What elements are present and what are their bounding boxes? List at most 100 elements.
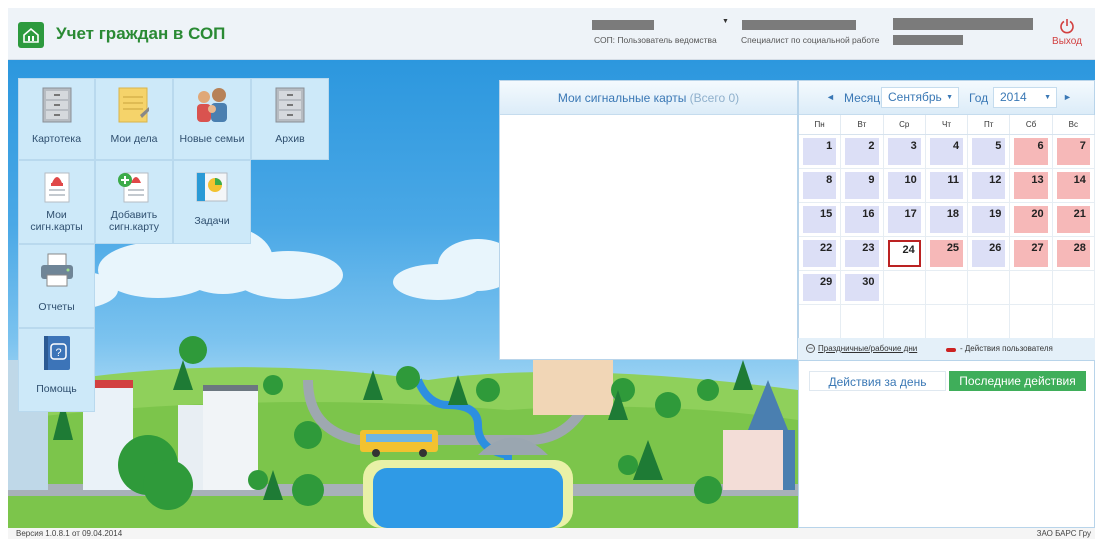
calendar-day[interactable]: 19 <box>972 206 1006 233</box>
minus-circle-icon[interactable]: − <box>806 344 815 353</box>
tile-label-line2: сигн.карту <box>108 221 160 233</box>
calendar-day[interactable]: 14 <box>1056 172 1090 199</box>
calendar-day[interactable]: 4 <box>929 138 964 165</box>
printer-icon <box>40 253 73 287</box>
calendar-cell: 25 <box>925 237 969 271</box>
calendar-cell: 30 <box>841 271 884 305</box>
tile-my-cases[interactable]: Мои дела <box>95 78 173 160</box>
calendar-cell <box>1052 271 1095 305</box>
calendar-day[interactable]: 17 <box>887 206 921 233</box>
calendar-day[interactable]: 6 <box>1014 138 1048 165</box>
calendar-cell: 15 <box>799 203 842 237</box>
month-select[interactable]: Сентябрь ▼ <box>881 87 959 108</box>
signal-cards-header: Мои сигнальные карты (Всего 0) <box>500 81 797 115</box>
weekday-label: Пт <box>968 115 1011 134</box>
actions-panel: Действия за день Последние действия <box>798 360 1095 528</box>
weekday-label: Сб <box>1010 115 1053 134</box>
calendar-cell: 26 <box>968 237 1011 271</box>
calendar-cell: 22 <box>799 237 842 271</box>
calendar-cell: 8 <box>799 169 842 203</box>
tile-tasks[interactable]: Задачи <box>173 160 251 244</box>
redacted-user-name <box>592 20 654 30</box>
next-month-icon[interactable]: ► <box>1063 92 1072 102</box>
tile-my-signal-cards[interactable]: Мои сигн.карты <box>18 160 95 244</box>
help-book-icon: ? <box>43 336 70 370</box>
calendar-day[interactable]: 24 <box>887 240 921 267</box>
calendar-day[interactable]: 12 <box>972 172 1006 199</box>
calendar-cell: 28 <box>1052 237 1095 271</box>
signal-cards-count: (Всего 0) <box>689 91 740 105</box>
calendar-day[interactable]: 11 <box>929 172 964 199</box>
tile-kartoteka[interactable]: Картотека <box>18 78 95 160</box>
calendar-day[interactable]: 8 <box>803 172 837 199</box>
weekday-label: Ср <box>884 115 926 134</box>
file-cabinet-icon <box>42 87 71 123</box>
calendar-day[interactable]: 28 <box>1056 240 1090 267</box>
calendar-day[interactable]: 23 <box>845 240 879 267</box>
tab-last-actions[interactable]: Последние действия <box>949 371 1086 391</box>
tile-label: Отчеты <box>38 301 75 313</box>
calendar-cell <box>925 305 969 339</box>
month-value: Сентябрь <box>888 90 942 104</box>
calendar-day[interactable]: 22 <box>803 240 837 267</box>
calendar-day[interactable]: 30 <box>845 274 879 301</box>
calendar-day[interactable]: 20 <box>1014 206 1048 233</box>
calendar-day[interactable]: 15 <box>803 206 837 233</box>
redacted-detail <box>893 35 963 45</box>
calendar-day[interactable]: 10 <box>887 172 921 199</box>
calendar-day[interactable]: 26 <box>972 240 1006 267</box>
calendar-grid: 1 2 3 4 5 6 7 8 9 10 11 12 13 14 15 16 17 18 19 20 21 22 23 24 2… <box>799 135 1095 339</box>
calendar-day[interactable]: 21 <box>1056 206 1090 233</box>
calendar-cell: 21 <box>1052 203 1095 237</box>
calendar-cell: 1 <box>799 135 842 169</box>
tile-reports[interactable]: Отчеты <box>18 244 95 328</box>
calendar-legend: − Праздничные/рабочие дни - Действия пол… <box>798 338 1095 360</box>
calendar-day[interactable]: 1 <box>803 138 837 165</box>
calendar-day[interactable]: 27 <box>1014 240 1048 267</box>
calendar-cell: 11 <box>925 169 969 203</box>
calendar-day[interactable]: 9 <box>845 172 879 199</box>
calendar-day[interactable]: 16 <box>845 206 879 233</box>
tile-archive[interactable]: Архив <box>251 78 329 160</box>
calendar-day[interactable]: 25 <box>929 240 964 267</box>
calendar-cell: 13 <box>1010 169 1053 203</box>
chevron-down-icon: ▼ <box>1044 94 1051 101</box>
calendar-cell: 12 <box>968 169 1011 203</box>
tile-new-families[interactable]: Новые семьи <box>173 78 251 160</box>
calendar-cell: 17 <box>883 203 926 237</box>
year-select[interactable]: 2014 ▼ <box>993 87 1057 108</box>
calendar-cell: 2 <box>841 135 884 169</box>
legend-actions-label: - Действия пользователя <box>960 344 1053 353</box>
tile-label-line1: Мои <box>46 209 67 221</box>
exit-button[interactable]: Выход <box>1049 18 1085 47</box>
weekday-label: Чт <box>926 115 969 134</box>
calendar-cell: 14 <box>1052 169 1095 203</box>
redacted-department <box>893 18 1033 30</box>
workspace: Картотека Мои дела Новые семьи Архив Мои… <box>8 60 1095 528</box>
user-dropdown-icon[interactable]: ▼ <box>722 18 729 25</box>
calendar-day[interactable]: 29 <box>803 274 837 301</box>
calendar-day[interactable]: 2 <box>845 138 879 165</box>
app-title: Учет граждан в СОП <box>56 24 226 43</box>
tile-label: Архив <box>275 133 305 145</box>
calendar-cell: 16 <box>841 203 884 237</box>
prev-month-icon[interactable]: ◄ <box>826 92 835 102</box>
tile-add-signal-card[interactable]: Добавить сигн.карту <box>95 160 173 244</box>
power-icon <box>1060 19 1074 34</box>
role-label: СОП: Пользователь ведомства <box>594 35 717 45</box>
archive-cabinet-icon <box>275 87 305 123</box>
signal-cards-title: Мои сигнальные карты <box>557 91 687 105</box>
calendar-day[interactable]: 13 <box>1014 172 1048 199</box>
calendar-day[interactable]: 7 <box>1056 138 1090 165</box>
alarm-card-icon <box>44 172 69 203</box>
calendar-day[interactable]: 18 <box>929 206 964 233</box>
calendar-cell <box>883 271 926 305</box>
tile-help[interactable]: ? Помощь <box>18 328 95 412</box>
legend-holidays-link[interactable]: Праздничные/рабочие дни <box>818 344 917 353</box>
tab-actions-day[interactable]: Действия за день <box>809 371 946 391</box>
calendar-day[interactable]: 3 <box>887 138 921 165</box>
calendar-cell <box>1010 271 1053 305</box>
signal-cards-panel: Мои сигнальные карты (Всего 0) <box>499 80 798 360</box>
calendar-day[interactable]: 5 <box>972 138 1006 165</box>
calendar-cell: 29 <box>799 271 842 305</box>
